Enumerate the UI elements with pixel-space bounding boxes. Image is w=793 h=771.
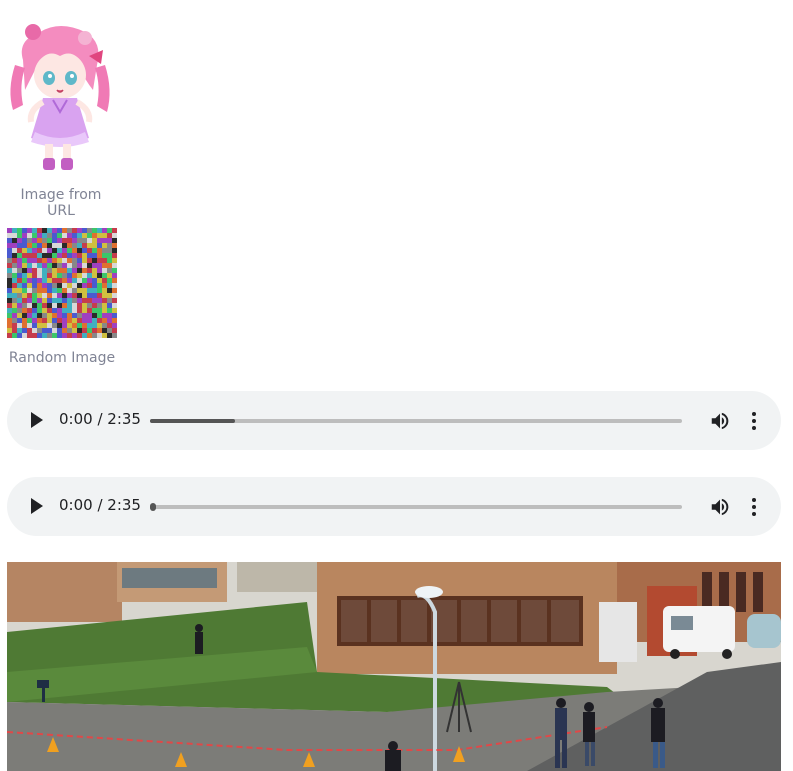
audio-player[interactable]: 0:00 / 2:35 [7,391,781,450]
play-icon[interactable] [31,498,43,514]
play-icon[interactable] [31,412,43,428]
audio-progress-fill [150,419,236,423]
audio-player[interactable]: 0:00 / 2:35 [7,477,781,536]
random-image-caption: Random Image [8,350,116,366]
audio-progress-bar[interactable] [150,503,682,511]
video-player[interactable] [7,562,781,771]
audio-time: 0:00 / 2:35 [59,410,141,428]
more-vertical-icon[interactable] [744,496,764,518]
audio-progress-bar[interactable] [150,419,682,423]
more-vertical-icon[interactable] [744,410,764,432]
random-noise-image [7,228,117,338]
anime-character-image [5,20,115,175]
audio-progress-knob[interactable] [150,503,156,511]
image-url-caption: Image from URL [20,187,102,219]
audio-time: 0:00 / 2:35 [59,496,141,514]
volume-icon[interactable] [709,496,731,518]
volume-icon[interactable] [709,410,731,432]
